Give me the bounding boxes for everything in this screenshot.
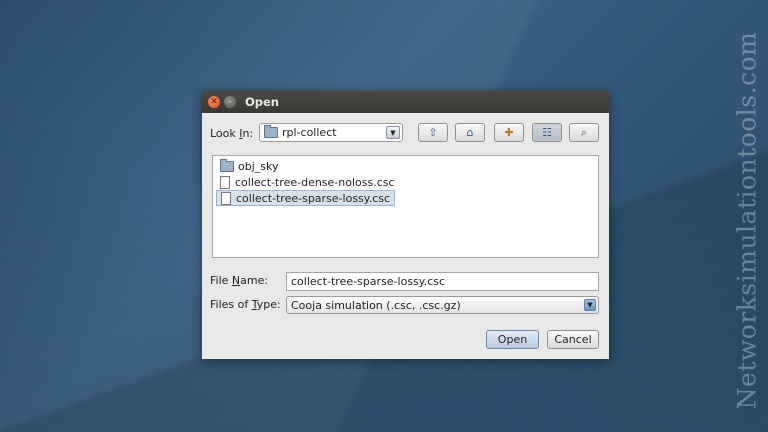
new-folder-button[interactable]: ✚ [494, 123, 524, 142]
new-folder-icon: ✚ [504, 126, 514, 139]
file-icon [220, 175, 230, 189]
cancel-button[interactable]: Cancel [547, 330, 599, 349]
open-button-label: Open [497, 333, 528, 346]
list-item[interactable]: collect-tree-dense-noloss.csc [216, 174, 399, 190]
folder-icon [264, 125, 278, 138]
folder-up-icon: ⇧ [428, 126, 438, 139]
look-in-label: Look In: [210, 126, 254, 140]
file-list[interactable]: obj_sky collect-tree-dense-noloss.csc co… [212, 155, 599, 258]
dialog-title: Open [245, 95, 279, 109]
close-icon[interactable]: ✕ [208, 96, 220, 108]
list-item-label: collect-tree-sparse-lossy.csc [236, 191, 391, 205]
open-button[interactable]: Open [486, 330, 539, 349]
minimize-icon[interactable]: – [224, 96, 236, 108]
file-name-field[interactable] [286, 272, 599, 291]
details-view-button[interactable]: ⌕ [569, 123, 599, 142]
file-type-label: Files of Type: [210, 298, 281, 311]
list-item-label: collect-tree-dense-noloss.csc [235, 175, 395, 189]
list-item[interactable]: obj_sky [216, 158, 283, 174]
open-dialog: ✕ – Open Look In: rpl-collect ▼ ⇧ ⌂ ✚ ☷ … [202, 91, 609, 359]
file-icon [221, 191, 231, 205]
file-name-label: File Name: [210, 274, 269, 287]
chevron-down-icon[interactable]: ▼ [584, 299, 596, 311]
up-one-level-button[interactable]: ⇧ [418, 123, 448, 142]
title-bar[interactable]: ✕ – Open [202, 91, 609, 113]
home-icon: ⌂ [466, 126, 474, 139]
look-in-value: rpl-collect [282, 126, 337, 139]
list-item-selected[interactable]: collect-tree-sparse-lossy.csc [216, 190, 396, 206]
details-view-icon: ⌕ [580, 125, 588, 139]
folder-icon [220, 158, 234, 172]
watermark-text: Networksimulationtools.com [732, 31, 762, 409]
list-item-label: obj_sky [238, 159, 279, 173]
look-in-select[interactable]: rpl-collect ▼ [259, 123, 403, 142]
home-button[interactable]: ⌂ [455, 123, 485, 142]
chevron-down-icon[interactable]: ▼ [386, 126, 400, 139]
list-view-icon: ☷ [542, 126, 552, 139]
list-view-button[interactable]: ☷ [532, 123, 562, 142]
file-type-value: Cooja simulation (.csc, .csc.gz) [291, 298, 461, 312]
watermark: Networksimulationtools.com [730, 30, 764, 410]
file-type-select[interactable]: Cooja simulation (.csc, .csc.gz) ▼ [286, 296, 599, 314]
cancel-button-label: Cancel [554, 333, 592, 346]
